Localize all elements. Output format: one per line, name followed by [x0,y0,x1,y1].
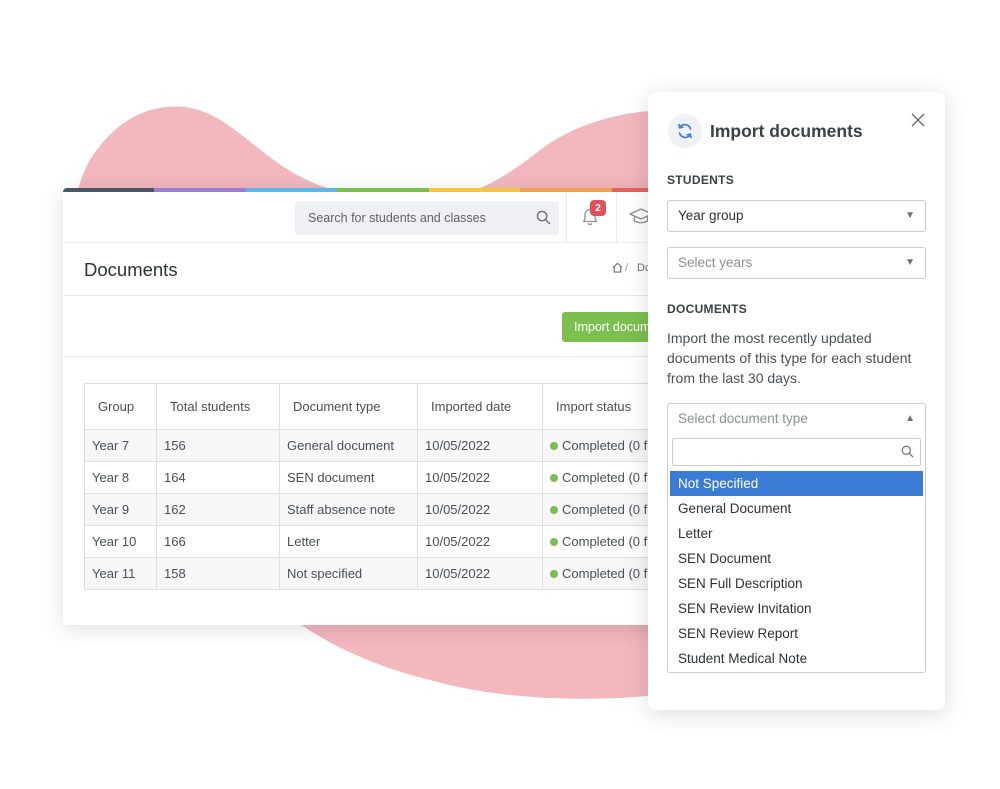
documents-description: Import the most recently updated documen… [667,330,912,386]
search-placeholder: Search for students and classes [308,211,486,225]
column-header-imported-date[interactable]: Imported date [417,383,543,430]
cell-group: Year 9 [84,493,157,526]
cell-document-type: Letter [279,525,418,558]
students-section-label: STUDENTS [667,173,735,187]
search-box[interactable]: Search for students and classes [295,201,559,235]
table-row[interactable]: Year 9 162 Staff absence note 10/05/2022… [84,493,683,526]
cell-imported-date: 10/05/2022 [417,429,543,462]
divider [566,192,567,242]
status-dot-icon [550,474,558,482]
year-group-select[interactable]: Year group ▼ [667,200,926,232]
dropdown-option[interactable]: Not Specified [670,471,923,496]
status-text: Completed (0 fi [562,438,651,453]
top-bar: Search for students and classes 2 [63,192,703,243]
search-icon[interactable] [536,210,551,225]
divider [616,192,617,242]
table-row[interactable]: Year 8 164 SEN document 10/05/2022 Compl… [84,461,683,494]
dropdown-search-input[interactable] [672,438,921,466]
dropdown-option[interactable]: SEN Review Invitation [670,596,923,621]
dropdown-option[interactable]: SEN Full Description [670,571,923,596]
cell-group: Year 10 [84,525,157,558]
status-text: Completed (0 fi [562,534,651,549]
sync-icon [678,123,692,139]
cell-imported-date: 10/05/2022 [417,525,543,558]
cell-total-students: 164 [156,461,280,494]
cell-document-type: General document [279,429,418,462]
document-type-options: Not Specified General Document Letter SE… [670,471,923,671]
home-icon[interactable] [612,262,623,273]
documents-section-label: DOCUMENTS [667,302,748,316]
table-row[interactable]: Year 10 166 Letter 10/05/2022 Completed … [84,525,683,558]
dropdown-option[interactable]: Student Medical Note [670,646,923,671]
toolbar: Import documents [63,296,703,357]
dropdown-option[interactable]: General Document [670,496,923,521]
table-row[interactable]: Year 7 156 General document 10/05/2022 C… [84,429,683,462]
import-documents-panel: Import documents STUDENTS Year group ▼ S… [648,92,945,710]
cell-imported-date: 10/05/2022 [417,557,543,590]
status-text: Completed (0 fi [562,470,651,485]
cell-group: Year 7 [84,429,157,462]
chevron-up-icon: ▲ [905,413,915,424]
document-type-select[interactable]: Select document type ▲ [667,403,926,435]
year-group-value: Year group [678,208,744,223]
cell-total-students: 166 [156,525,280,558]
cell-total-students: 158 [156,557,280,590]
table-header-row: Group Total students Document type Impor… [84,383,683,430]
cell-document-type: Not specified [279,557,418,590]
search-icon [901,445,914,458]
cell-group: Year 11 [84,557,157,590]
table-row[interactable]: Year 11 158 Not specified 10/05/2022 Com… [84,557,683,590]
dropdown-option[interactable]: SEN Review Report [670,621,923,646]
breadcrumb-separator: / [625,262,629,274]
status-dot-icon [550,442,558,450]
select-years-dropdown[interactable]: Select years ▼ [667,247,926,279]
documents-table: Group Total students Document type Impor… [84,383,683,590]
notification-badge: 2 [590,200,606,216]
document-type-placeholder: Select document type [678,411,808,426]
cell-imported-date: 10/05/2022 [417,461,543,494]
close-icon[interactable] [911,113,925,127]
status-text: Completed (0 fi [562,502,651,517]
cell-document-type: Staff absence note [279,493,418,526]
panel-title: Import documents [710,121,863,141]
status-dot-icon [550,506,558,514]
cell-total-students: 156 [156,429,280,462]
column-header-group[interactable]: Group [84,383,157,430]
page-header: Documents / Dc [63,243,703,296]
column-header-document-type[interactable]: Document type [279,383,418,430]
cell-group: Year 8 [84,461,157,494]
page-title: Documents [84,259,178,280]
status-dot-icon [550,538,558,546]
document-type-dropdown: Not Specified General Document Letter SE… [667,433,926,673]
cell-document-type: SEN document [279,461,418,494]
status-dot-icon [550,570,558,578]
column-header-total-students[interactable]: Total students [156,383,280,430]
chevron-down-icon: ▼ [905,257,915,268]
select-years-placeholder: Select years [678,255,753,270]
sync-icon-wrapper [668,114,702,148]
dropdown-option[interactable]: Letter [670,521,923,546]
documents-app-window: Search for students and classes 2 Docume… [63,188,703,625]
cell-total-students: 162 [156,493,280,526]
status-text: Completed (0 fi [562,566,651,581]
cell-imported-date: 10/05/2022 [417,493,543,526]
dropdown-option[interactable]: SEN Document [670,546,923,571]
chevron-down-icon: ▼ [905,210,915,221]
